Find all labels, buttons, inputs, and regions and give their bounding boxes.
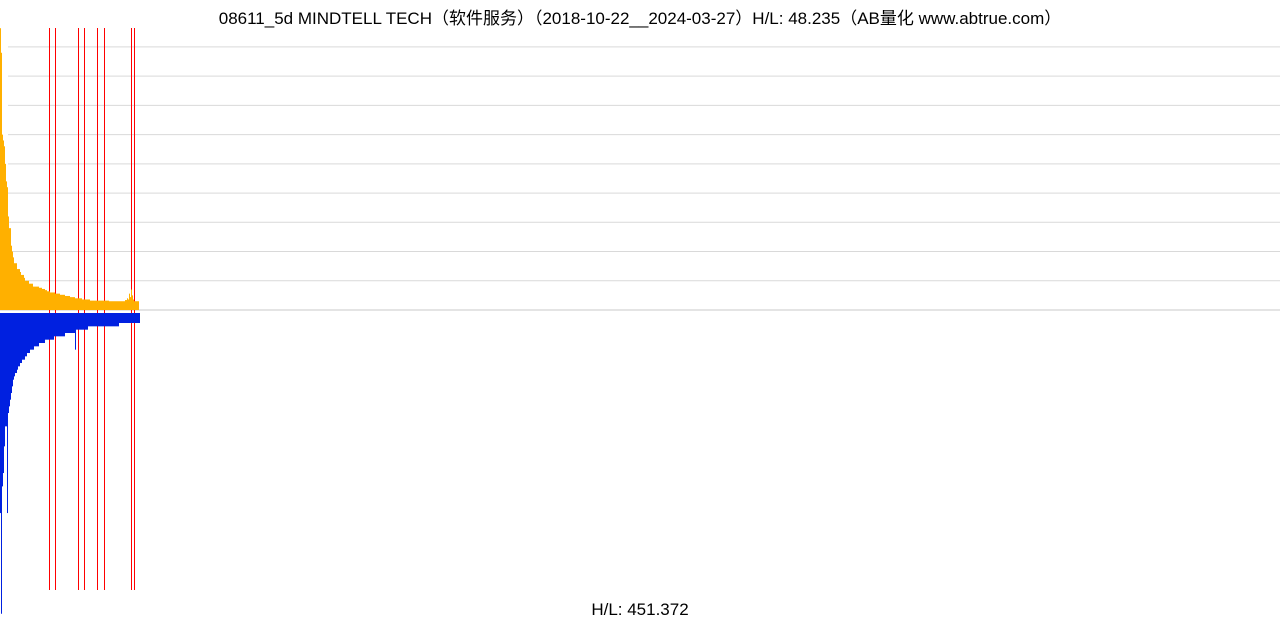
chart-subtitle: H/L: 451.372 [0, 600, 1280, 620]
stock-chart: 08611_5d MINDTELL TECH（软件服务）（2018-10-22_… [0, 0, 1280, 620]
chart-canvas [0, 0, 1280, 620]
